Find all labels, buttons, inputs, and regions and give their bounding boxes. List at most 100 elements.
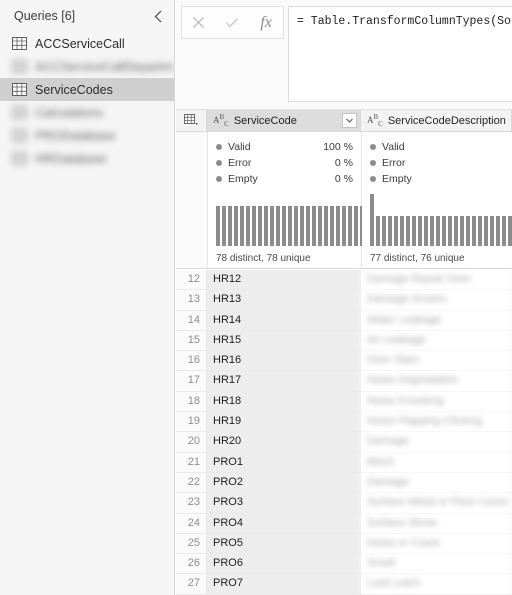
table-row[interactable]: 18 HR18 Noise Knocking [176, 391, 512, 413]
histogram-bar [460, 216, 464, 246]
cell-servicecode[interactable]: PRO7 [207, 574, 361, 594]
table-icon [12, 83, 27, 96]
quality-row-empty: Empty 0 % [216, 171, 353, 187]
cell-servicecode[interactable]: HR14 [207, 310, 361, 330]
table-row[interactable]: 17 HR17 Noise Degradation [176, 371, 512, 392]
queries-pane-title: Queries [6] [14, 9, 76, 23]
cell-servicecode[interactable]: HR17 [207, 371, 361, 391]
histogram-bar [490, 216, 494, 246]
cell-servicecodedescription[interactable]: Noise or Crack [361, 533, 512, 554]
formula-input[interactable]: = Table.TransformColumnTypes(Sourc [288, 6, 512, 102]
histogram-bar [406, 216, 410, 246]
cell-servicecodedescription[interactable]: Damage Repair Door [361, 270, 512, 290]
cell-servicecode[interactable]: HR19 [207, 412, 361, 432]
histogram-bar [222, 206, 226, 246]
sidebar-item-calculations[interactable]: Calculations [0, 101, 174, 124]
cell-servicecode[interactable]: PRO5 [207, 533, 361, 554]
cell-servicecode[interactable]: PRO2 [207, 472, 361, 493]
cell-servicecode[interactable]: PRO3 [207, 493, 361, 513]
cell-servicecode[interactable]: HR15 [207, 330, 361, 351]
histogram-bar [454, 216, 458, 246]
cell-servicecode[interactable]: HR16 [207, 351, 361, 371]
column-header-label: ServiceCode [233, 114, 297, 127]
histogram-bar [348, 206, 352, 246]
table-row[interactable]: 26 PRO6 Smell [176, 554, 512, 575]
row-number: 25 [176, 533, 207, 554]
sidebar-item-prodatabase[interactable]: PRODatabase [0, 124, 174, 147]
sidebar-item-label: ACCServiceCallDepartment [35, 59, 174, 74]
quality-label: Valid [382, 141, 405, 153]
sidebar-item-label: HRDatabase [35, 151, 107, 166]
cell-servicecodedescription[interactable]: Surface Stone [361, 513, 512, 533]
cell-servicecodedescription[interactable]: Block [361, 452, 512, 472]
cell-servicecode[interactable]: HR20 [207, 432, 361, 452]
table-row[interactable]: 14 HR14 Water Leakage [176, 310, 512, 331]
table-row[interactable]: 27 PRO7 Lock Latch [176, 574, 512, 595]
cell-servicecode[interactable]: PRO4 [207, 513, 361, 533]
table-row[interactable]: 16 HR16 Door Slam [176, 351, 512, 372]
histogram-bar [382, 216, 386, 246]
cell-servicecodedescription[interactable]: Noise Degradation [361, 371, 512, 391]
table-row[interactable]: 23 PRO3 Surface Metal or Floor Cover [176, 493, 512, 514]
sidebar-item-servicecodes[interactable]: ServiceCodes [0, 78, 174, 101]
sidebar-item-accservicecalldepartment[interactable]: ACCServiceCallDepartment [0, 55, 174, 78]
sidebar-item-hrdatabase[interactable]: HRDatabase [0, 147, 174, 170]
table-row[interactable]: 12 HR12 Damage Repair Door [176, 270, 512, 291]
cell-servicecodedescription[interactable]: Damage [361, 472, 512, 493]
histogram-bar [264, 206, 268, 246]
histogram-bar [282, 206, 286, 246]
cell-servicecode[interactable]: HR18 [207, 391, 361, 412]
chevron-down-icon[interactable] [342, 113, 357, 128]
row-number: 18 [176, 391, 207, 412]
formula-bar-buttons: fx [181, 6, 284, 39]
data-grid: ABC ServiceCode ABC ServiceCodeDescription … [176, 110, 512, 595]
histogram-bar [508, 216, 512, 246]
table-select-all-icon[interactable] [176, 110, 207, 131]
histogram-bar [424, 216, 428, 246]
column-header-servicecode[interactable]: ABC ServiceCode [207, 110, 361, 131]
row-number: 26 [176, 554, 207, 574]
row-number: 20 [176, 432, 207, 452]
cell-servicecodedescription[interactable]: Damage [361, 432, 512, 452]
cell-servicecode[interactable]: PRO1 [207, 452, 361, 472]
cell-servicecode[interactable]: HR13 [207, 290, 361, 310]
table-row[interactable]: 24 PRO4 Surface Stone [176, 513, 512, 534]
check-icon[interactable] [219, 10, 245, 36]
histogram-bar [234, 206, 238, 246]
cell-servicecode[interactable]: PRO6 [207, 554, 361, 574]
histogram-bar [502, 216, 506, 246]
table-row[interactable]: 21 PRO1 Block [176, 452, 512, 473]
row-number: 14 [176, 310, 207, 330]
table-row[interactable]: 20 HR20 Damage [176, 432, 512, 453]
cell-servicecodedescription[interactable]: Door Slam [361, 351, 512, 371]
row-number: 19 [176, 412, 207, 432]
table-row[interactable]: 13 HR13 Damage Screen [176, 290, 512, 311]
cell-servicecodedescription[interactable]: Damage Screen [361, 290, 512, 310]
cell-servicecodedescription[interactable]: Air Leakage [361, 330, 512, 351]
histogram-bar [472, 216, 476, 246]
close-icon[interactable] [186, 10, 212, 36]
cell-servicecodedescription[interactable]: Lock Latch [361, 574, 512, 594]
column-header-servicecodedescription[interactable]: ABC ServiceCodeDescription [361, 110, 512, 131]
quality-row-empty: Empty [370, 171, 504, 187]
cell-servicecode[interactable]: HR12 [207, 270, 361, 290]
cell-servicecodedescription[interactable]: Water Leakage [361, 310, 512, 330]
editor-area: fx = Table.TransformColumnTypes(Sourc AB… [176, 0, 512, 595]
table-row[interactable]: 19 HR19 Noise Flapping Clicking [176, 412, 512, 433]
table-row[interactable]: 22 PRO2 Damage [176, 472, 512, 494]
cell-servicecodedescription[interactable]: Noise Knocking [361, 391, 512, 412]
histogram-bar [252, 206, 256, 246]
value-distribution-histogram [370, 194, 512, 246]
table-row[interactable]: 15 HR15 Air Leakage [176, 330, 512, 352]
cell-servicecodedescription[interactable]: Smell [361, 554, 512, 574]
cell-servicecodedescription[interactable]: Noise Flapping Clicking [361, 412, 512, 432]
table-row[interactable]: 25 PRO5 Noise or Crack [176, 533, 512, 555]
fx-icon[interactable]: fx [253, 10, 279, 36]
cell-servicecodedescription[interactable]: Surface Metal or Floor Cover [361, 493, 512, 513]
histogram-bar [466, 216, 470, 246]
quality-dot-icon [216, 160, 222, 166]
sidebar-item-accservicecall[interactable]: ACCServiceCall [0, 32, 174, 55]
grid-header-row: ABC ServiceCode ABC ServiceCodeDescription [176, 110, 512, 132]
row-number: 23 [176, 493, 207, 513]
chevron-left-icon[interactable] [150, 8, 166, 24]
